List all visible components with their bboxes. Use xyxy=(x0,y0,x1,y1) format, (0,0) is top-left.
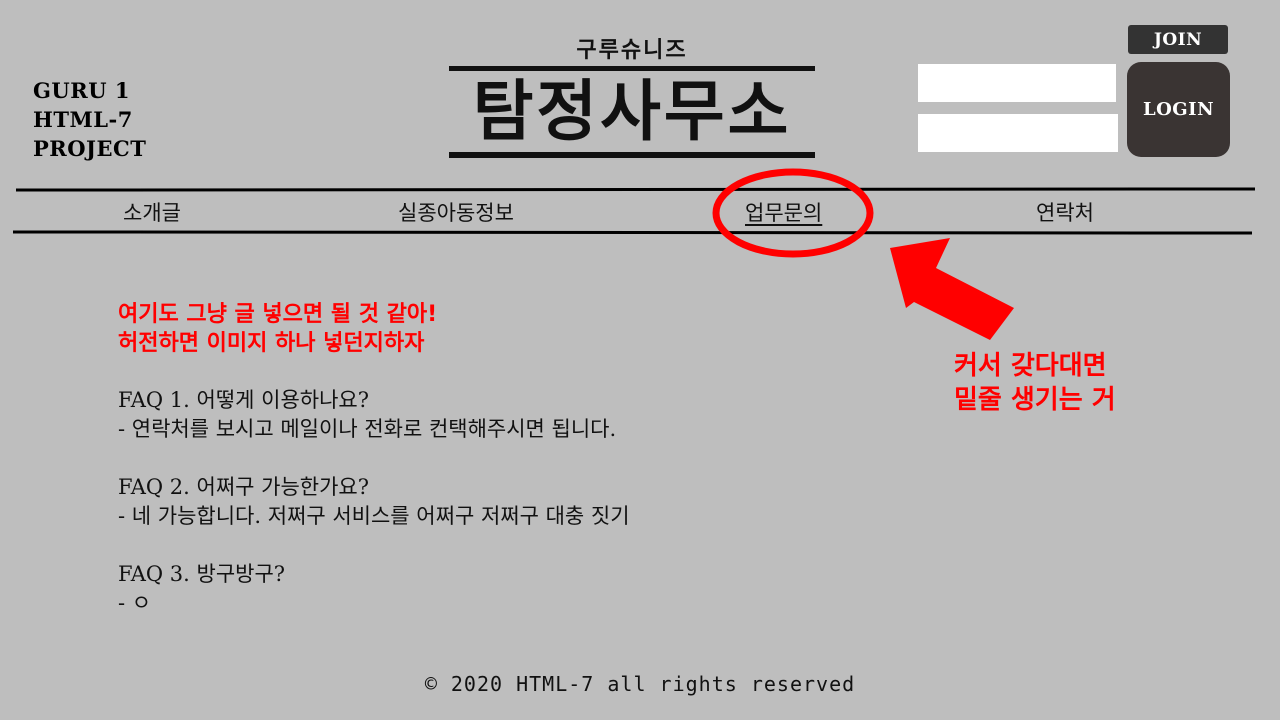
login-button[interactable]: LOGIN xyxy=(1127,62,1230,157)
logo-rule-top xyxy=(449,66,815,71)
login-form: JOIN LOGIN xyxy=(918,25,1230,160)
design-note-hover: 커서 갖다대면 밑줄 생기는 거 xyxy=(954,349,1116,417)
footer-copyright: © 2020 HTML-7 all rights reserved xyxy=(424,672,856,696)
faq-answer: - ㅇ xyxy=(118,591,152,615)
nav-item-contact[interactable]: 연락처 xyxy=(1036,197,1094,227)
nav-divider-bottom xyxy=(12,230,1253,235)
project-info-line3: PROJECT xyxy=(33,136,147,161)
pointer-arrow xyxy=(890,238,1014,340)
faq-item: FAQ 2. 어쩌구 가능한가요? - 네 가능합니다. 저쩌구 서비스를 어쩌… xyxy=(118,473,630,531)
hover-note-line2: 밑줄 생기는 거 xyxy=(954,385,1116,415)
join-button[interactable]: JOIN xyxy=(1128,25,1228,54)
nav-item-business-inquiry[interactable]: 업무문의 xyxy=(745,197,822,227)
faq-list: FAQ 1. 어떻게 이용하나요? - 연락처를 보시고 메일이나 전화로 컨택… xyxy=(118,386,630,647)
logo-subtitle: 구루슈니즈 xyxy=(576,38,688,63)
faq-answer: - 연락처를 보시고 메일이나 전화로 컨택해주시면 됩니다. xyxy=(118,417,617,441)
project-info: GURU 1 HTML-7 PROJECT xyxy=(33,76,146,163)
faq-question: FAQ 2. 어쩌구 가능한가요? xyxy=(118,475,370,499)
password-input[interactable] xyxy=(918,114,1118,152)
design-note-body: 여기도 그냥 글 넣으면 될 것 같아! 허전하면 이미지 하나 넣던지하자 xyxy=(118,300,437,358)
logo-title: 탐정사무소 xyxy=(472,73,792,150)
hover-note-line1: 커서 갖다대면 xyxy=(954,351,1107,381)
faq-item: FAQ 1. 어떻게 이용하나요? - 연락처를 보시고 메일이나 전화로 컨택… xyxy=(118,386,630,444)
design-note-line1: 여기도 그냥 글 넣으면 될 것 같아! xyxy=(118,302,438,327)
logo-rule-bottom xyxy=(449,152,815,158)
faq-answer: - 네 가능합니다. 저쩌구 서비스를 어쩌구 저쩌구 대충 짓기 xyxy=(118,504,630,528)
nav-item-intro[interactable]: 소개글 xyxy=(123,197,181,227)
nav-divider-top xyxy=(15,187,1256,192)
nav-item-missing-children[interactable]: 실종아동정보 xyxy=(398,197,514,227)
design-note-line2: 허전하면 이미지 하나 넣던지하자 xyxy=(118,331,425,356)
project-info-line2: HTML-7 xyxy=(33,107,133,132)
project-info-line1: GURU 1 xyxy=(33,78,130,103)
faq-question: FAQ 1. 어떻게 이용하나요? xyxy=(118,388,370,412)
faq-item: FAQ 3. 방구방구? - ㅇ xyxy=(118,560,630,618)
site-logo[interactable]: 구루슈니즈 탐정사무소 xyxy=(449,30,815,160)
faq-question: FAQ 3. 방구방구? xyxy=(118,562,286,586)
id-input[interactable] xyxy=(918,64,1116,102)
